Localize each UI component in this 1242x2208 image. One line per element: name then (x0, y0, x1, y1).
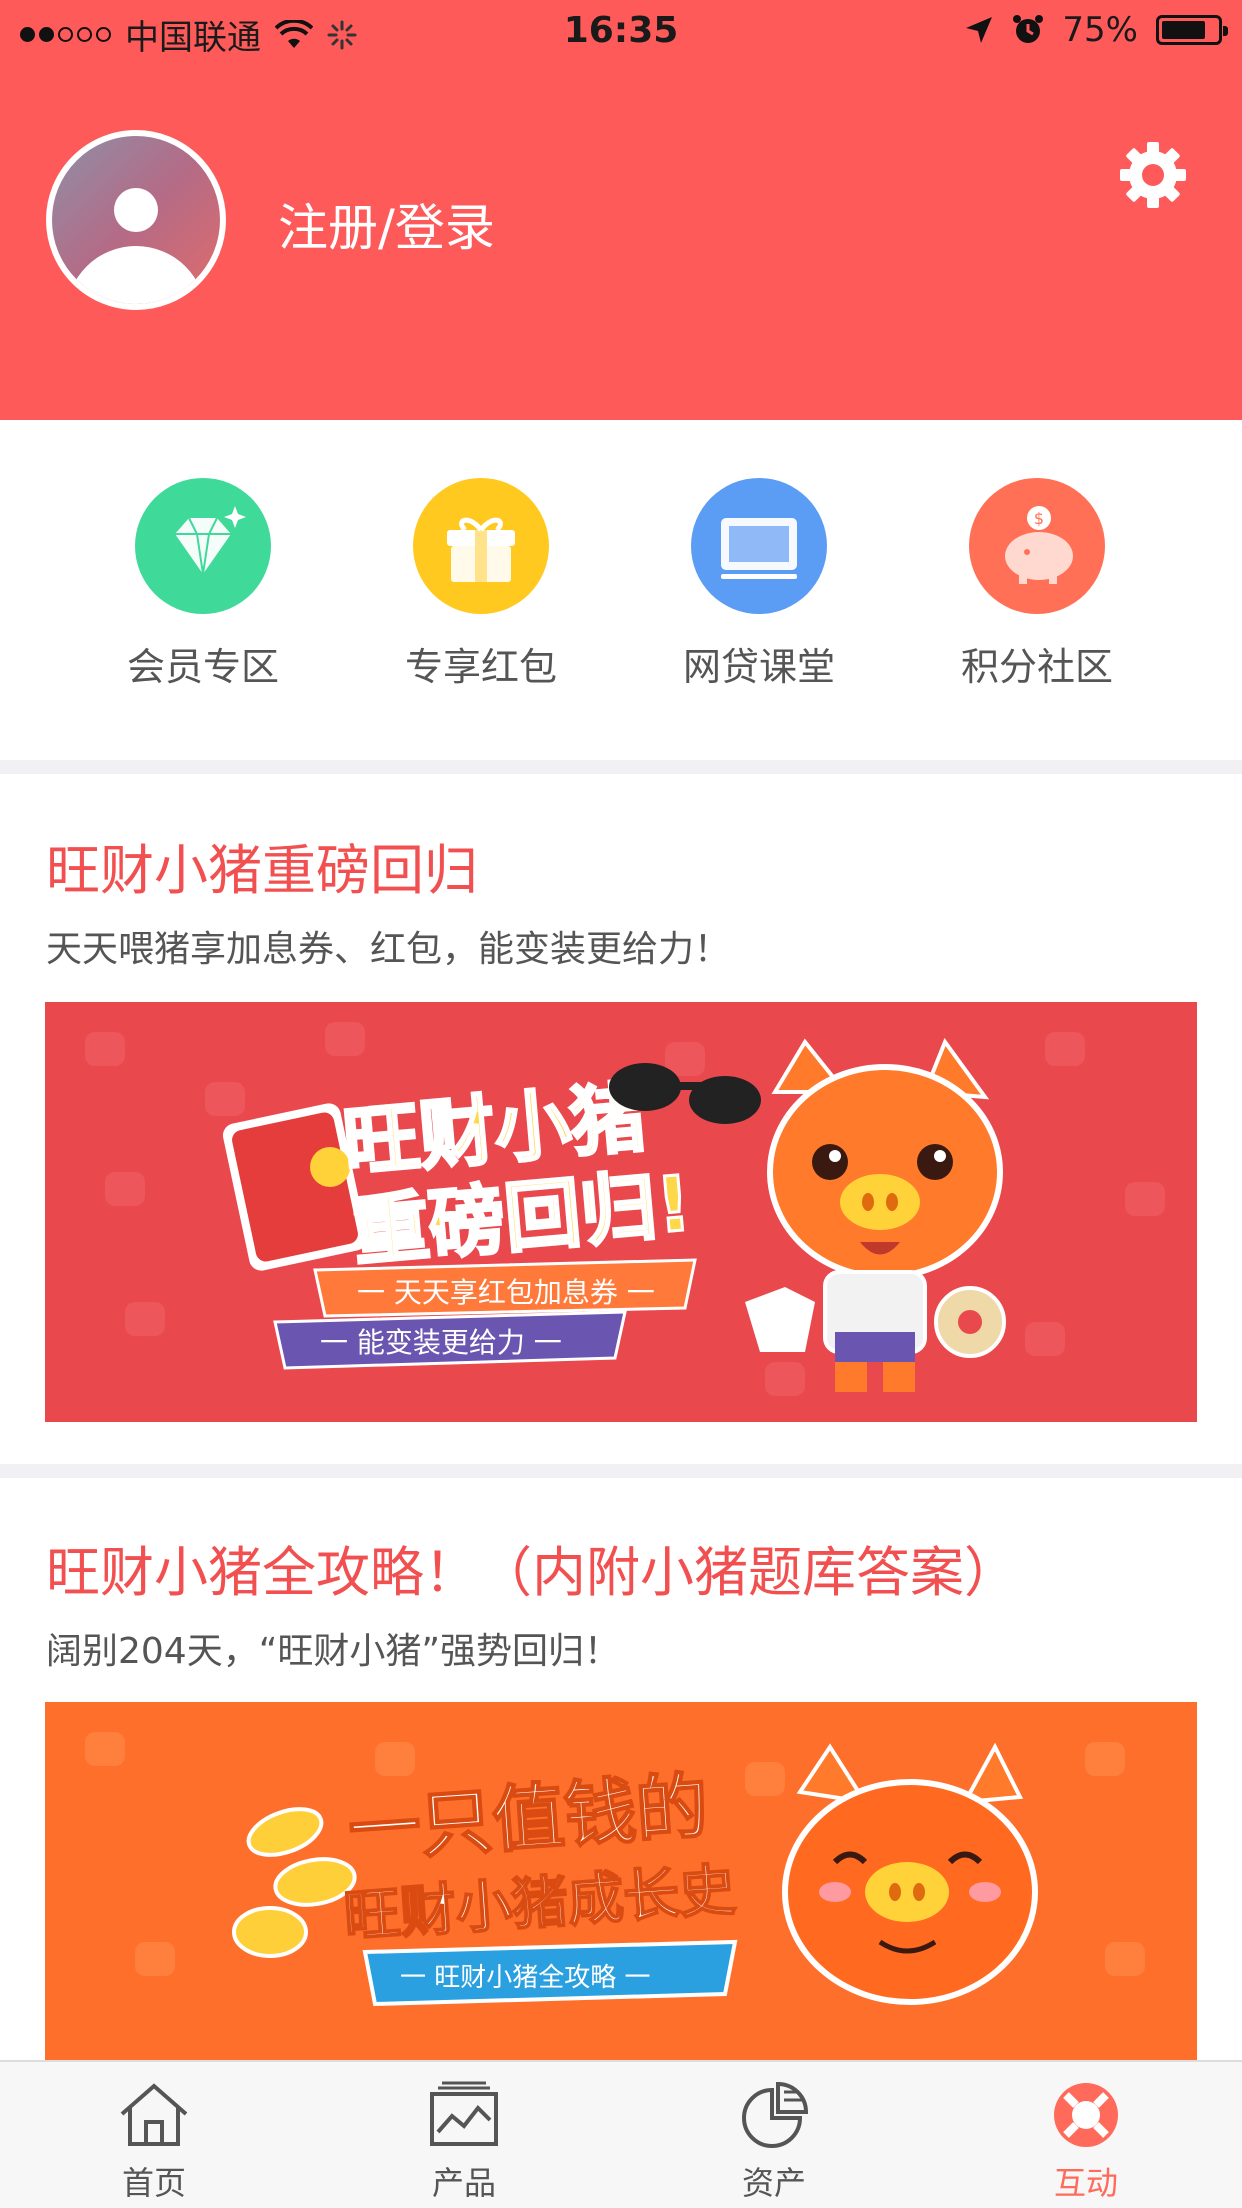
tab-home[interactable]: 首页 (64, 2080, 244, 2204)
banner-ribbon-1: 一 天天享红包加息券 一 (357, 1276, 655, 1309)
shortcut-red-packet[interactable]: 专享红包 (381, 478, 581, 691)
status-right: 75% (964, 10, 1228, 50)
shortcut-points-community[interactable]: $ 积分社区 (937, 478, 1137, 691)
tab-label: 产品 (431, 2164, 496, 2202)
shortcut-label: 网贷课堂 (682, 645, 835, 689)
pie-chart-icon (742, 2081, 809, 2148)
shortcut-member-zone[interactable]: 会员专区 (103, 478, 303, 691)
battery-percent: 75% (1062, 10, 1138, 50)
alarm-icon (1013, 15, 1044, 43)
article-card[interactable]: 旺财小猪重磅回归 天天喂猪享加息券、红包，能变装更给力！ 旺财小猪 重磅回归! (0, 774, 1242, 1464)
svg-text:$: $ (1034, 509, 1044, 528)
diamond-icon (135, 478, 271, 614)
tab-label: 首页 (121, 2164, 186, 2202)
tab-interact[interactable]: 互动 (996, 2080, 1176, 2204)
shortcut-grid: 会员专区 专享红包 网贷课堂 $ 积分社区 (0, 420, 1242, 760)
profile-header: 中国联通 16:35 75% 注册/登录 (0, 0, 1242, 420)
shortcut-loan-class[interactable]: 网贷课堂 (659, 478, 859, 691)
lifebuoy-icon (1054, 2083, 1118, 2147)
shortcut-label: 积分社区 (960, 645, 1113, 689)
banner-ribbon-1: 一 旺财小猪全攻略 一 (400, 1963, 651, 1993)
article-subtitle: 天天喂猪享加息券、红包，能变装更给力！ (46, 929, 731, 970)
gift-icon (413, 478, 549, 614)
avatar[interactable] (46, 130, 226, 310)
gear-icon[interactable] (1118, 140, 1188, 210)
article-title[interactable]: 旺财小猪重磅回归 (46, 826, 478, 905)
article-banner[interactable]: 一只值钱的 旺财小猪成长史 一 旺财小猪全攻略 一 (45, 1702, 1197, 2060)
login-register-link[interactable]: 注册/登录 (278, 188, 495, 260)
piggy-bank-icon: $ (969, 478, 1105, 614)
tab-products[interactable]: 产品 (374, 2080, 554, 2204)
shortcut-label: 专享红包 (404, 645, 557, 689)
screen-icon (691, 478, 827, 614)
banner-ribbon-2: 一 能变装更给力 一 (320, 1326, 562, 1359)
tab-label: 资产 (741, 2164, 806, 2202)
location-arrow-icon (966, 17, 993, 43)
pig-mascot-image (782, 1742, 1038, 2005)
shortcut-label: 会员专区 (126, 645, 279, 689)
tab-assets[interactable]: 资产 (684, 2080, 864, 2204)
battery-icon (1156, 15, 1228, 45)
section-divider (0, 1464, 1242, 1478)
chart-icon (430, 2081, 498, 2146)
article-card[interactable]: 旺财小猪全攻略！（内附小猪题库答案） 阔别204天，“旺财小猪”强势回归！ 一只… (0, 1478, 1242, 2060)
tab-label: 互动 (1053, 2164, 1118, 2202)
home-icon (120, 2083, 188, 2146)
article-subtitle: 阔别204天，“旺财小猪”强势回归！ (46, 1631, 621, 1672)
section-divider (0, 760, 1242, 774)
article-title[interactable]: 旺财小猪全攻略！（内附小猪题库答案） (46, 1528, 1018, 1607)
tab-bar: 首页 产品 资产 互动 (0, 2060, 1242, 2208)
article-banner[interactable]: 旺财小猪 重磅回归! 一 天天享红包加息券 一 一 能变装更给力 一 (45, 1002, 1197, 1422)
status-bar: 中国联通 16:35 75% (0, 0, 1242, 62)
